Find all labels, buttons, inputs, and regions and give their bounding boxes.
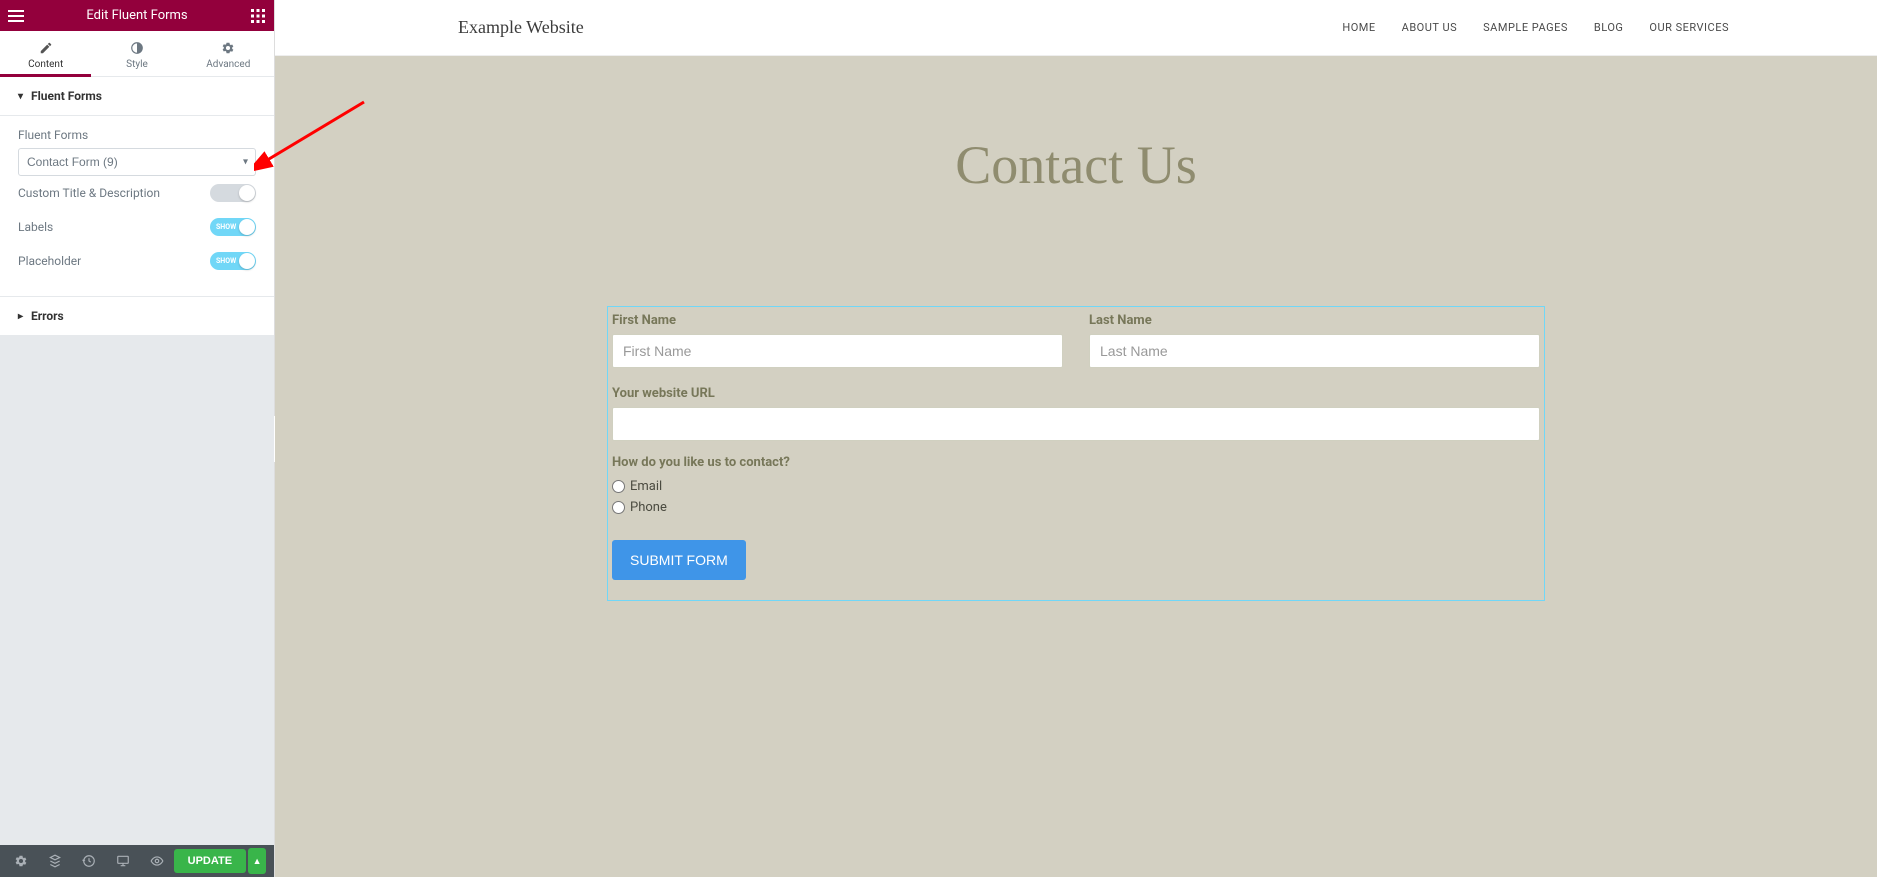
preview-icon[interactable] [140,845,174,877]
radio-phone[interactable] [612,501,625,514]
tab-advanced[interactable]: Advanced [183,31,274,76]
caret-right-icon: ▸ [18,311,23,322]
tab-style[interactable]: Style [91,31,182,76]
url-label: Your website URL [612,386,1540,401]
editor-sidebar: Edit Fluent Forms Content Style Advanced… [0,0,275,877]
nav-blog[interactable]: BLOG [1594,21,1624,34]
editor-title: Edit Fluent Forms [24,8,250,23]
nav-home[interactable]: HOME [1342,21,1375,34]
settings-icon[interactable] [4,845,38,877]
contact-method-label: How do you like us to contact? [612,455,1540,470]
responsive-icon[interactable] [106,845,140,877]
submit-button[interactable]: SUBMIT FORM [612,540,746,580]
preview-canvas: Example Website HOME ABOUT US SAMPLE PAG… [275,0,1877,877]
toggle-knob [239,253,255,269]
section-errors[interactable]: ▸ Errors [0,297,274,336]
controls-panel: Fluent Forms Contact Form (9) Custom Tit… [0,116,274,297]
radio-email-label: Email [630,479,662,494]
update-options-button[interactable]: ▲ [248,848,266,874]
section-errors-label: Errors [31,309,64,323]
sidebar-footer: UPDATE ▲ [0,845,274,877]
last-name-label: Last Name [1089,313,1540,328]
site-title: Example Website [458,17,584,38]
widgets-icon[interactable] [250,8,266,24]
placeholder-label: Placeholder [18,254,81,268]
nav-sample-pages[interactable]: SAMPLE PAGES [1483,21,1568,34]
nav-about-us[interactable]: ABOUT US [1402,21,1457,34]
tab-content[interactable]: Content [0,31,91,76]
history-icon[interactable] [72,845,106,877]
custom-title-label: Custom Title & Description [18,186,160,200]
section-fluent-forms[interactable]: ▾ Fluent Forms [0,77,274,116]
fluent-forms-select[interactable]: Contact Form (9) [18,148,256,176]
labels-label: Labels [18,220,53,234]
caret-down-icon: ▾ [18,91,23,102]
nav-our-services[interactable]: OUR SERVICES [1649,21,1729,34]
custom-title-toggle[interactable]: NO [210,184,256,202]
tab-style-label: Style [126,59,148,70]
sidebar-fill [0,336,274,845]
radio-email[interactable] [612,480,625,493]
toggle-knob [239,219,255,235]
first-name-input[interactable] [612,334,1063,368]
radio-phone-label: Phone [630,500,667,515]
sidebar-header: Edit Fluent Forms [0,0,274,31]
labels-toggle[interactable]: SHOW [210,218,256,236]
form-widget[interactable]: First Name Last Name Your website URL Ho… [607,306,1545,601]
editor-tabs: Content Style Advanced [0,31,274,77]
first-name-label: First Name [612,313,1063,328]
menu-icon[interactable] [8,8,24,24]
last-name-input[interactable] [1089,334,1540,368]
page-heading: Contact Us [275,134,1877,196]
tab-advanced-label: Advanced [206,59,250,70]
section-fluent-forms-label: Fluent Forms [31,89,102,103]
fluent-forms-label: Fluent Forms [18,128,256,142]
toggle-knob [239,185,255,201]
tab-content-label: Content [28,59,63,70]
navigator-icon[interactable] [38,845,72,877]
update-button[interactable]: UPDATE [174,849,246,873]
placeholder-toggle[interactable]: SHOW [210,252,256,270]
site-header: Example Website HOME ABOUT US SAMPLE PAG… [275,0,1877,56]
site-nav: HOME ABOUT US SAMPLE PAGES BLOG OUR SERV… [1342,21,1729,34]
url-input[interactable] [612,407,1540,441]
